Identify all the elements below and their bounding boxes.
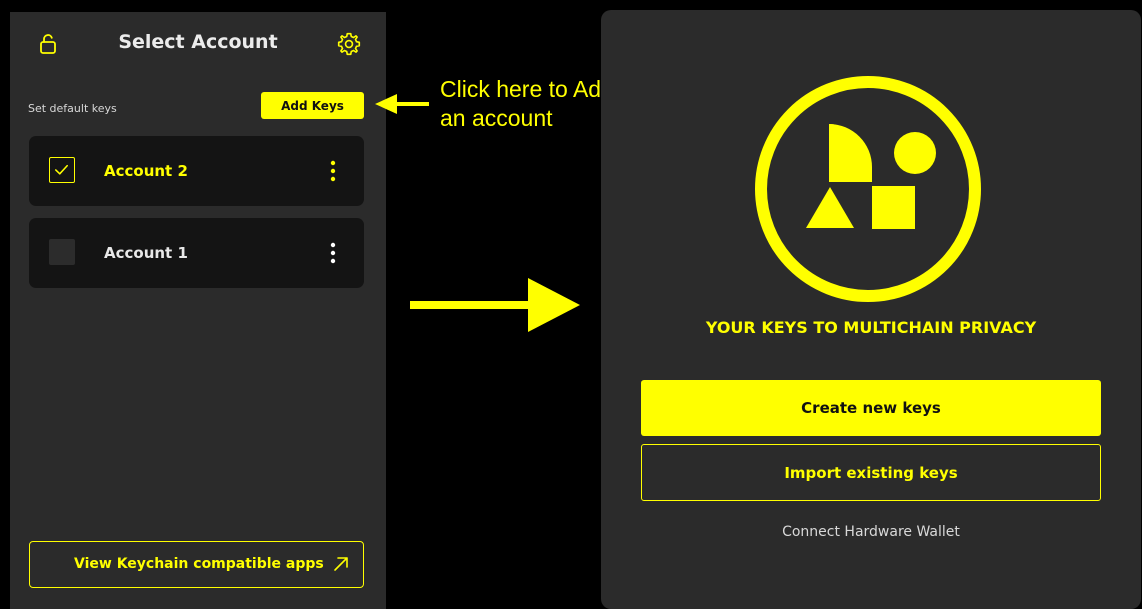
view-compatible-apps-button[interactable]: View Keychain compatible apps [29,541,364,588]
account-checkbox-unchecked[interactable] [49,239,75,265]
account-checkbox-checked[interactable] [49,157,75,183]
account-card-account-2[interactable]: Account 2 [29,136,364,206]
add-keys-button[interactable]: Add Keys [261,92,364,119]
keychain-logo-icon [755,76,981,302]
external-link-icon [334,557,348,571]
view-compatible-apps-label: View Keychain compatible apps [74,556,324,572]
onboarding-panel: YOUR KEYS TO MULTICHAIN PRIVACY Create n… [601,10,1141,609]
more-vertical-icon[interactable] [323,160,343,182]
page-title: Select Account [118,31,278,53]
set-default-keys-label: Set default keys [28,102,117,115]
import-existing-keys-button[interactable]: Import existing keys [641,444,1101,501]
checkmark-icon [54,164,69,175]
annotation-arrow-right-icon [410,278,580,332]
more-vertical-icon[interactable] [323,242,343,264]
screenshot-canvas: Select Account Set default keys Add Keys… [0,0,1142,609]
account-card-account-1[interactable]: Account 1 [29,218,364,288]
select-account-panel: Select Account Set default keys Add Keys… [10,12,386,609]
annotation-arrow-left-icon [375,94,429,114]
account-name: Account 2 [104,162,188,180]
create-new-keys-button[interactable]: Create new keys [641,380,1101,436]
gear-icon[interactable] [336,31,362,57]
connect-hardware-wallet-link[interactable]: Connect Hardware Wallet [601,524,1141,540]
account-name: Account 1 [104,244,188,262]
tagline: YOUR KEYS TO MULTICHAIN PRIVACY [705,318,1037,337]
